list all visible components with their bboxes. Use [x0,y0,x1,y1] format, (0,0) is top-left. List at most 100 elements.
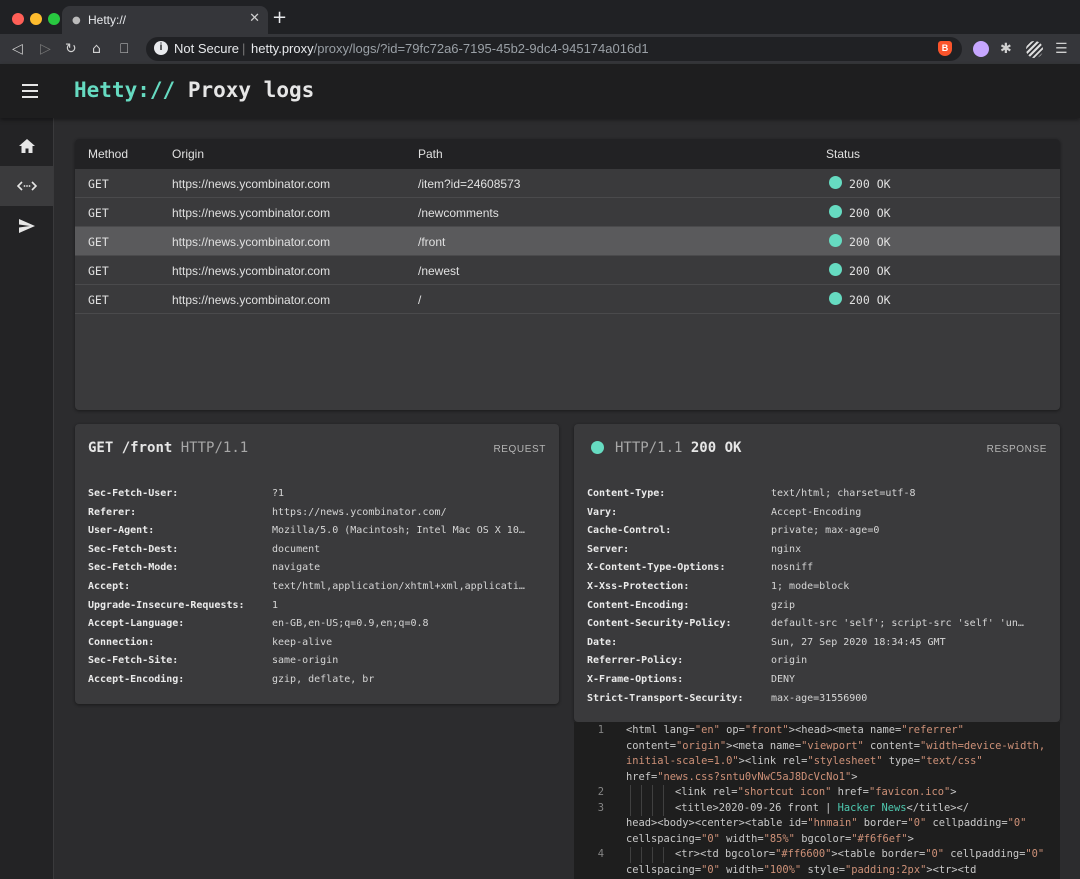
code-token: style= [801,863,845,876]
brave-shields-icon[interactable]: B [938,41,952,56]
not-secure-label: Not Secure [174,41,240,56]
close-window-button[interactable] [12,13,24,25]
row-status: 200 OK [849,206,891,220]
line-number: 4 [597,848,604,860]
tab-close-icon[interactable]: ✕ [249,11,260,26]
indent-guide [630,800,631,816]
header-name: Content-Security-Policy: [587,618,732,630]
header-value: en-GB,en-US;q=0.9,en;q=0.8 [272,618,429,630]
header-value: Sun, 27 Sep 2020 18:34:45 GMT [771,636,946,648]
home-icon[interactable]: ⌂ [92,40,101,58]
url-path: /proxy/logs/?id=79fc72a6-7195-45b2-9dc4-… [313,41,649,56]
header-name: Server: [587,543,630,555]
code-token: width= [719,832,764,845]
new-tab-icon[interactable]: + [272,7,287,28]
row-method: GET [88,293,109,307]
response-panel: HTTP/1.1 200 OK RESPONSE Content-Type: te… [574,424,1060,722]
row-method: GET [88,235,109,249]
code-line: href="news.css?sntu0vNwC5aJ8DcVcNo1"> [574,770,1060,786]
indent-guide [641,800,642,816]
back-icon[interactable]: ◁ [12,40,23,58]
minimize-window-button[interactable] [30,13,42,25]
profile-avatar-icon[interactable] [973,41,989,57]
bookmark-icon[interactable]: ⎕ [120,40,128,58]
code-token: "padding:2px" [845,863,927,876]
header-name: Connection: [88,636,155,648]
table-row[interactable]: GET https://news.ycombinator.com/newest 20… [75,256,1060,285]
header-value: private; max-age=0 [771,525,880,537]
header-value: DENY [771,673,796,685]
table-row[interactable]: GET https://news.ycombinator.com/item?id=… [75,169,1060,198]
tab-favicon-icon: ● [72,15,81,26]
header-value: text/html; charset=utf-8 [771,488,916,499]
code-token: "news.css?sntu0vNwC5aJ8DcVcNo1" [657,770,852,783]
table-row[interactable]: GET https://news.ycombinator.com/front 200… [75,227,1060,256]
code-token: <html lang= [626,724,695,736]
code-token: "front" [744,724,789,736]
header-name: Content-Encoding: [587,599,690,611]
code-token: Hacker News [837,801,907,814]
column-path: Path [418,147,443,161]
column-origin: Origin [172,147,205,161]
code-token: ><tr><td [926,863,977,876]
header-name: Referer: [88,506,137,518]
header-name: Strict-Transport-Security: [587,692,744,704]
browser-menu-icon[interactable]: ☰ [1055,40,1068,58]
code-line: initial-scale=1.0"><link rel="stylesheet… [574,754,1060,770]
browser-tab[interactable]: ● Hetty:// ✕ [62,6,268,34]
code-token: ><head><meta name= [788,724,902,736]
forward-icon[interactable]: ▷ [40,40,51,58]
url-separator: | [242,41,246,56]
header-value: https://news.ycombinator.com/ [272,506,447,518]
row-status: 200 OK [849,293,891,307]
app-bar: Hetty:// Proxy logs [0,64,1080,118]
nav-proxy-logs[interactable] [0,166,53,206]
code-token: "shortcut icon" [737,786,832,798]
maximize-window-button[interactable] [48,13,60,25]
header-value: Accept-Encoding [771,506,862,518]
header-name: Sec-Fetch-Mode: [88,562,179,574]
code-token: type= [882,755,921,767]
header-value: Mozilla/5.0 (Macintosh; Intel Mac OS X 1… [272,525,525,537]
table-row[interactable]: GET https://news.ycombinator.com/newcomme… [75,198,1060,227]
row-status: 200 OK [849,264,891,278]
url-text: hetty.proxy/proxy/logs/?id=79fc72a6-7195… [251,41,649,56]
code-token: "85%" [763,832,795,845]
row-origin: https://news.ycombinator.com [172,235,331,249]
reload-icon[interactable]: ↻ [65,40,77,58]
code-token: op= [719,724,745,736]
extensions-icon[interactable]: ✱ [1000,40,1012,58]
browser-titlebar: ● Hetty:// ✕ + [0,0,1080,34]
header-value: max-age=31556900 [771,692,868,704]
header-name: X-Xss-Protection: [587,580,690,592]
nav-sender[interactable] [0,206,53,246]
code-text: <title>2020-09-26 front | Hacker News</t… [675,801,969,817]
code-line: cellspacing="0" width="100%" style="padd… [574,863,1060,879]
request-method: GET [88,440,114,456]
proxy-logs-table: Method Origin Path Status GET https://new… [75,139,1060,410]
code-token: "0" [1007,817,1027,829]
code-token: "text/css" [920,755,983,767]
code-line: content="origin"><meta name="viewport" c… [574,739,1060,755]
code-token: cellspacing= [626,863,702,876]
header-name: Referrer-Policy: [587,655,684,667]
address-bar[interactable]: i Not Secure | hetty.proxy/proxy/logs/?i… [146,37,962,61]
nav-home[interactable] [0,126,53,166]
table-row[interactable]: GET https://news.ycombinator.com / 200 OK [75,285,1060,314]
row-origin: https://news.ycombinator.com [172,264,331,278]
code-text: <link rel="shortcut icon" href="favicon.… [675,785,957,801]
header-value: text/html,application/xhtml+xml,applicat… [272,580,525,592]
header-name: Sec-Fetch-Site: [88,655,179,667]
status-dot-icon [829,263,842,276]
header-value: ?1 [272,488,285,499]
info-icon[interactable]: i [154,41,168,55]
code-text: content="origin"><meta name="viewport" c… [626,739,1045,755]
hamburger-menu-icon[interactable] [22,84,38,98]
row-method: GET [88,206,109,220]
response-body-editor[interactable]: 1 <html lang="en" op="front"><head><meta … [574,722,1060,879]
url-host: hetty.proxy [251,41,314,56]
code-token: href= [626,770,658,783]
code-line: cellspacing="0" width="85%" bgcolor="#f6… [574,832,1060,848]
sidebar [0,118,54,879]
extension-stripes-icon[interactable] [1026,41,1043,58]
